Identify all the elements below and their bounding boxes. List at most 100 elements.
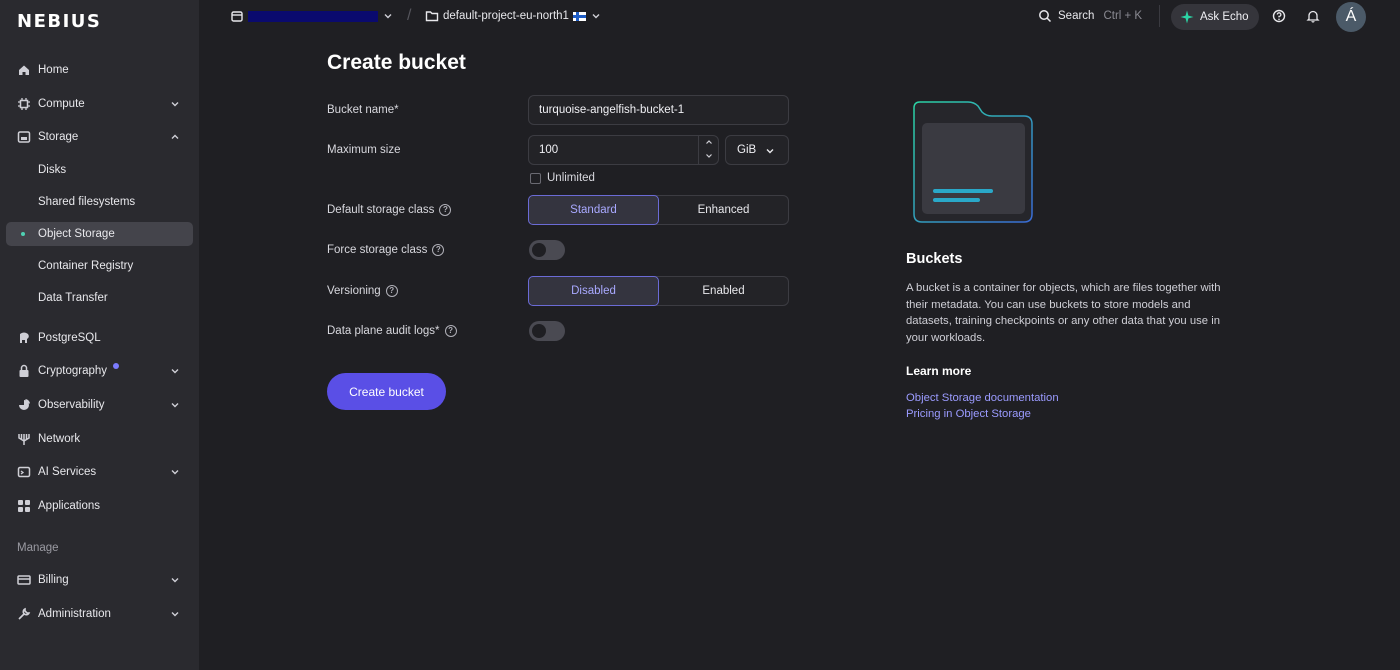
- storage-class-segmented-control: Standard Enhanced: [528, 195, 789, 225]
- label-text: Force storage class: [327, 244, 428, 256]
- chevron-down-icon: [171, 369, 179, 374]
- search-label: Search: [1058, 10, 1095, 22]
- bucket-name-label: Bucket name*: [327, 104, 399, 116]
- bucket-name-input[interactable]: turquoise-angelfish-bucket-1: [528, 95, 789, 125]
- unlimited-label[interactable]: Unlimited: [547, 172, 595, 184]
- bucket-folder-illustration: [913, 101, 1033, 223]
- page-title: Create bucket: [327, 51, 466, 74]
- search-button[interactable]: Search Ctrl + K: [1038, 9, 1142, 23]
- divider: [1159, 5, 1160, 27]
- breadcrumb-separator: /: [407, 7, 412, 24]
- sparkle-icon: [1180, 10, 1194, 24]
- max-size-stepper[interactable]: [698, 136, 718, 164]
- max-size-input[interactable]: 100: [528, 135, 719, 165]
- storage-class-enhanced-option[interactable]: Enhanced: [659, 196, 788, 224]
- sidebar-item-label: Shared filesystems: [38, 196, 136, 208]
- sidebar-item-network[interactable]: Network: [6, 427, 193, 451]
- sidebar-item-billing[interactable]: Billing: [6, 568, 193, 592]
- object-storage-documentation-link[interactable]: Object Storage documentation: [906, 392, 1059, 404]
- top-bar: / default-project-eu-north1 Search Ctrl …: [199, 0, 1400, 34]
- sidebar-item-home[interactable]: Home: [6, 58, 193, 82]
- storage-class-label: Default storage class ?: [327, 204, 452, 216]
- project-name: default-project-eu-north1: [443, 10, 569, 22]
- lock-icon: [16, 363, 32, 379]
- info-description: A bucket is a container for objects, whi…: [906, 282, 1221, 344]
- folder-icon: [425, 11, 439, 22]
- help-icon[interactable]: ?: [439, 204, 452, 216]
- section-label-manage: Manage: [17, 542, 59, 554]
- sidebar-item-applications[interactable]: Applications: [6, 494, 193, 518]
- label-text: Versioning: [327, 285, 381, 297]
- network-icon: [16, 431, 32, 447]
- unlimited-checkbox[interactable]: [530, 173, 541, 184]
- sidebar-item-postgresql[interactable]: PostgreSQL: [6, 326, 193, 350]
- sidebar-item-compute[interactable]: Compute: [6, 92, 193, 116]
- finland-flag-icon: [572, 11, 586, 21]
- force-class-toggle[interactable]: [529, 240, 565, 260]
- sidebar-item-storage[interactable]: Storage: [6, 125, 193, 149]
- elephant-icon: [16, 330, 32, 346]
- active-indicator: [21, 232, 25, 236]
- increment-button[interactable]: [699, 136, 718, 150]
- versioning-disabled-option[interactable]: Disabled: [528, 276, 659, 306]
- learn-more-heading: Learn more: [906, 364, 972, 378]
- create-bucket-button[interactable]: Create bucket: [327, 373, 446, 410]
- sidebar-item-label: Network: [38, 433, 81, 445]
- notification-dot: [113, 363, 119, 369]
- organization-selector[interactable]: [230, 9, 394, 23]
- force-class-label: Force storage class ?: [327, 244, 445, 256]
- sidebar-item-observability[interactable]: Observability: [6, 393, 193, 417]
- size-unit-select[interactable]: GiB: [725, 135, 789, 165]
- label-text: Maximum size: [327, 144, 401, 156]
- nebius-logo[interactable]: NEBIUS: [17, 11, 101, 32]
- project-selector[interactable]: default-project-eu-north1: [425, 9, 602, 23]
- storage-icon: [16, 129, 32, 145]
- audit-logs-toggle[interactable]: [529, 321, 565, 341]
- sidebar-item-cryptography[interactable]: Cryptography: [6, 359, 193, 383]
- sidebar-item-label: AI Services: [38, 466, 97, 478]
- chevron-down-icon: [171, 612, 179, 617]
- sidebar-item-disks[interactable]: Disks: [6, 158, 193, 182]
- sidebar-item-label: Object Storage: [38, 228, 115, 240]
- redacted-organization-name: [248, 10, 378, 22]
- chevron-down-icon: [171, 578, 179, 583]
- help-icon[interactable]: ?: [432, 244, 445, 256]
- search-shortcut: Ctrl + K: [1103, 10, 1143, 22]
- sidebar-item-ai-services[interactable]: AI Services: [6, 460, 193, 484]
- chevron-down-icon: [171, 102, 179, 107]
- sidebar-item-shared-filesystems[interactable]: Shared filesystems: [6, 190, 193, 214]
- user-avatar[interactable]: Á: [1336, 2, 1366, 32]
- chart-icon: [16, 397, 32, 413]
- info-title: Buckets: [906, 251, 963, 267]
- ai-icon: [16, 464, 32, 480]
- help-icon[interactable]: ?: [444, 325, 457, 337]
- pricing-link[interactable]: Pricing in Object Storage: [906, 408, 1031, 420]
- help-icon[interactable]: ?: [385, 285, 398, 297]
- label-text: Data plane audit logs*: [327, 325, 440, 337]
- storage-class-standard-option[interactable]: Standard: [528, 195, 659, 225]
- search-icon: [1039, 10, 1052, 23]
- sidebar-item-administration[interactable]: Administration: [6, 602, 193, 626]
- sidebar-item-object-storage[interactable]: Object Storage: [6, 222, 193, 246]
- sidebar-item-container-registry[interactable]: Container Registry: [6, 254, 193, 278]
- ask-echo-button[interactable]: Ask Echo: [1171, 4, 1259, 30]
- sidebar-item-data-transfer[interactable]: Data Transfer: [6, 286, 193, 310]
- chevron-down-icon: [171, 403, 179, 408]
- label-text: Default storage class: [327, 204, 435, 216]
- sidebar-item-label: Observability: [38, 399, 105, 411]
- chevron-down-icon: [384, 14, 392, 19]
- chevron-down-icon: [592, 14, 600, 19]
- chevron-down-icon: [705, 154, 712, 158]
- decrement-button[interactable]: [699, 150, 718, 164]
- sidebar-item-label: Data Transfer: [38, 292, 108, 304]
- sidebar-item-label: Disks: [38, 164, 67, 176]
- sidebar-item-label: Container Registry: [38, 260, 134, 272]
- bell-icon[interactable]: [1306, 9, 1320, 23]
- sidebar-item-label: Storage: [38, 131, 79, 143]
- sidebar-item-label: Compute: [38, 98, 85, 110]
- versioning-segmented-control: Disabled Enabled: [528, 276, 789, 306]
- sidebar-item-label: Billing: [38, 574, 69, 586]
- help-icon[interactable]: [1272, 9, 1286, 23]
- versioning-enabled-option[interactable]: Enabled: [659, 277, 788, 305]
- sidebar-item-label: Cryptography: [38, 365, 108, 377]
